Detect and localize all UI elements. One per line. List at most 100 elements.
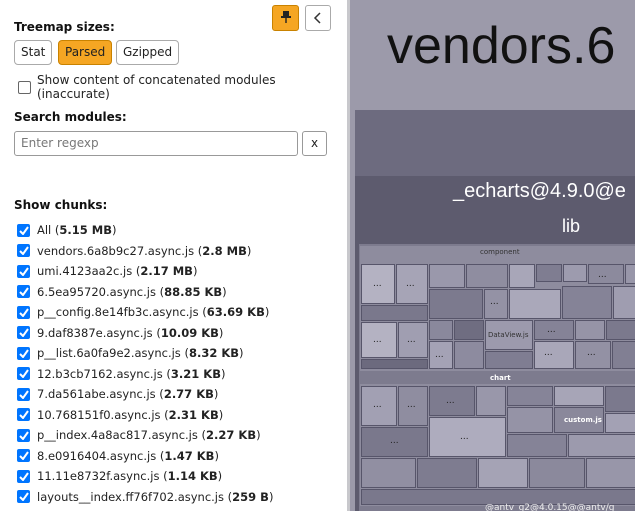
- module-tile-label: ...: [446, 396, 455, 406]
- check-icon[interactable]: [17, 387, 30, 401]
- check-icon[interactable]: [17, 326, 30, 340]
- module-tile-label: ...: [490, 297, 499, 307]
- concatenated-modules-checkbox[interactable]: [18, 80, 31, 94]
- chunk-size: 2.8 MB: [202, 243, 247, 258]
- module-tile[interactable]: [605, 386, 635, 412]
- check-icon[interactable]: [17, 449, 30, 463]
- module-tile-label: ...: [598, 270, 607, 280]
- chunk-size: 63.69 KB: [206, 305, 265, 320]
- check-icon[interactable]: [17, 285, 30, 299]
- search-modules-title: Search modules:: [14, 110, 127, 124]
- check-icon[interactable]: [17, 490, 30, 504]
- module-tile[interactable]: [625, 264, 635, 284]
- chunk-item[interactable]: p__list.6a0fa9e2.async.js (8.32 KB): [17, 343, 273, 364]
- clear-search-button[interactable]: x: [302, 131, 327, 156]
- antv-g2-module-label: @antv_g2@4.0.15@@antv/g: [485, 503, 615, 511]
- check-icon[interactable]: [17, 346, 30, 360]
- module-tile[interactable]: [568, 434, 635, 457]
- check-icon[interactable]: [17, 223, 30, 237]
- chunk-item[interactable]: 11.11e8732f.async.js (1.14 KB): [17, 466, 273, 487]
- module-tile[interactable]: [417, 458, 477, 488]
- module-tile[interactable]: [361, 359, 428, 369]
- module-tile[interactable]: [534, 341, 574, 369]
- chunk-item[interactable]: layouts__index.ff76f702.async.js (259 B): [17, 487, 273, 508]
- check-icon[interactable]: [17, 244, 30, 258]
- module-tile[interactable]: [429, 264, 465, 288]
- module-tile[interactable]: [605, 413, 635, 433]
- module-tile-label: ...: [373, 400, 382, 410]
- module-tile-label: ...: [373, 335, 382, 345]
- chunk-item[interactable]: p__index.4a8ac817.async.js (2.27 KB): [17, 425, 273, 446]
- treemap[interactable]: vendors.6 _echarts@4.9.0@e lib component…: [350, 0, 635, 511]
- module-tile[interactable]: [361, 458, 416, 488]
- chunk-name: 12.b3cb7162.async.js: [37, 366, 163, 381]
- chunk-name: p__list.6a0fa9e2.async.js: [37, 346, 181, 361]
- search-input[interactable]: Enter regexp: [14, 131, 298, 156]
- chunk-size: 1.14 KB: [167, 469, 218, 484]
- module-tile[interactable]: [507, 434, 567, 457]
- chunk-size: 2.17 MB: [140, 264, 193, 279]
- chunk-item[interactable]: 8.e0916404.async.js (1.47 KB): [17, 446, 273, 467]
- stat-size-button[interactable]: Stat: [14, 40, 53, 65]
- module-tile[interactable]: [454, 320, 484, 340]
- chunk-name: 8.e0916404.async.js: [37, 448, 157, 463]
- module-tile[interactable]: [507, 407, 553, 433]
- chunk-item[interactable]: umi.4123aa2c.js (2.17 MB): [17, 261, 273, 282]
- chunk-name: layouts__index.ff76f702.async.js: [37, 489, 224, 504]
- collapse-sidebar-button[interactable]: [305, 5, 331, 31]
- chunk-name: p__config.8e14fb3c.async.js: [37, 305, 199, 320]
- module-tile[interactable]: [429, 320, 453, 340]
- chunk-size: 2.77 KB: [163, 387, 214, 402]
- chunk-item[interactable]: All (5.15 MB): [17, 220, 273, 241]
- sidebar: Treemap sizes: Stat Parsed Gzipped Show …: [0, 0, 347, 511]
- module-tile-label: ...: [587, 348, 596, 358]
- module-tile[interactable]: [575, 320, 605, 340]
- chunk-size: 2.27 KB: [206, 428, 257, 443]
- chunk-name: All: [37, 223, 52, 238]
- module-tile-label: ...: [544, 348, 553, 358]
- check-icon[interactable]: [17, 428, 30, 442]
- check-icon[interactable]: [17, 264, 30, 278]
- chunk-item[interactable]: 10.768151f0.async.js (2.31 KB): [17, 405, 273, 426]
- module-tile[interactable]: [485, 351, 533, 369]
- module-tile[interactable]: [507, 386, 553, 406]
- module-tile[interactable]: [454, 341, 484, 369]
- check-icon[interactable]: [17, 367, 30, 381]
- chunk-name: 10.768151f0.async.js: [37, 407, 161, 422]
- pushpin-icon: [280, 9, 292, 28]
- module-tile[interactable]: [562, 286, 612, 319]
- chunk-item[interactable]: 12.b3cb7162.async.js (3.21 KB): [17, 364, 273, 385]
- gzipped-size-button[interactable]: Gzipped: [116, 40, 180, 65]
- module-tile[interactable]: [536, 264, 562, 282]
- module-tile[interactable]: [554, 386, 604, 406]
- chunk-item[interactable]: 6.5ea95720.async.js (88.85 KB): [17, 282, 273, 303]
- module-tile[interactable]: [563, 264, 587, 282]
- module-tile[interactable]: [606, 320, 635, 340]
- module-tile[interactable]: [612, 341, 635, 369]
- pin-sidebar-button[interactable]: [272, 5, 299, 31]
- chunk-item[interactable]: 7.da561abe.async.js (2.77 KB): [17, 384, 273, 405]
- module-tile[interactable]: [613, 286, 635, 319]
- chunk-name: 7.da561abe.async.js: [37, 387, 156, 402]
- module-tile[interactable]: [361, 305, 428, 321]
- module-tile[interactable]: [429, 289, 483, 319]
- parsed-size-button[interactable]: Parsed: [58, 40, 113, 65]
- module-tile[interactable]: [476, 386, 506, 416]
- check-icon[interactable]: [17, 469, 30, 483]
- lib-folder-label: lib: [562, 216, 581, 236]
- chunk-list: All (5.15 MB) vendors.6a8b9c27.async.js …: [17, 220, 273, 507]
- module-tile-label: ...: [460, 432, 469, 442]
- chunk-item[interactable]: p__config.8e14fb3c.async.js (63.69 KB): [17, 302, 273, 323]
- chunk-item[interactable]: vendors.6a8b9c27.async.js (2.8 MB): [17, 241, 273, 262]
- check-icon[interactable]: [17, 408, 30, 422]
- module-tile[interactable]: [466, 264, 508, 288]
- module-tile[interactable]: [529, 458, 585, 488]
- module-tile[interactable]: [586, 458, 635, 488]
- chunk-item[interactable]: 9.daf8387e.async.js (10.09 KB): [17, 323, 273, 344]
- module-tile[interactable]: [478, 458, 528, 488]
- chunk-size: 8.32 KB: [188, 346, 240, 361]
- concatenated-modules-option[interactable]: Show content of concatenated modules (in…: [18, 73, 347, 101]
- module-tile[interactable]: [509, 289, 561, 319]
- check-icon[interactable]: [17, 305, 30, 319]
- module-tile[interactable]: [509, 264, 535, 288]
